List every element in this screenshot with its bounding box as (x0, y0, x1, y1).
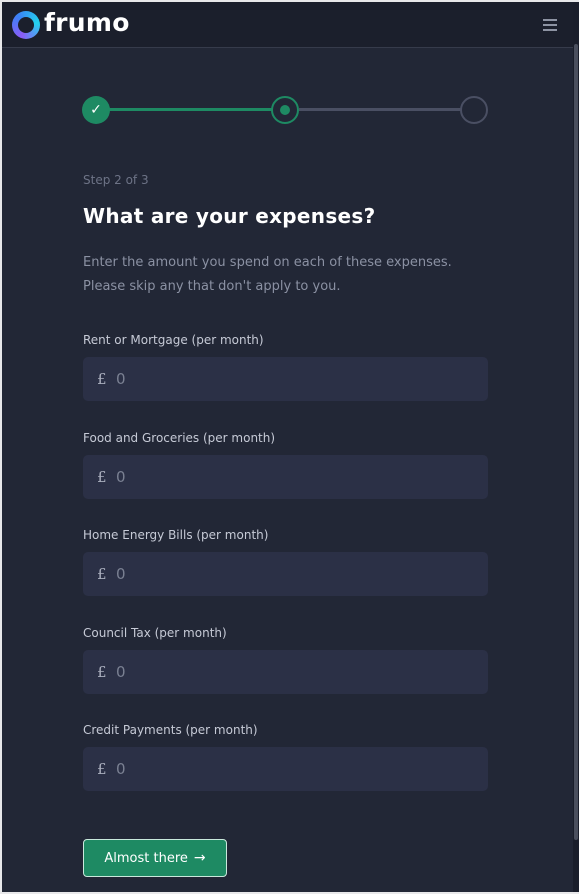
credit-field[interactable]: £ (83, 747, 488, 791)
stepper-line-complete (108, 108, 273, 111)
rent-label: Rent or Mortgage (per month) (83, 333, 264, 347)
step-3-upcoming (460, 96, 488, 124)
current-step-dot (280, 105, 290, 115)
food-label: Food and Groceries (per month) (83, 431, 276, 445)
checkmark-icon: ✓ (90, 102, 102, 118)
page-title: What are your expenses? (83, 204, 376, 228)
council-tax-field[interactable]: £ (83, 650, 488, 694)
step-1-complete: ✓ (82, 96, 110, 124)
arrow-right-icon: → (193, 850, 206, 866)
scrollbar[interactable] (573, 0, 579, 894)
rent-input[interactable] (116, 357, 476, 401)
rent-field[interactable]: £ (83, 357, 488, 401)
food-field[interactable]: £ (83, 455, 488, 499)
scrollbar-thumb[interactable] (574, 44, 578, 840)
council-tax-label: Council Tax (per month) (83, 626, 227, 640)
pound-icon: £ (97, 663, 107, 681)
energy-label: Home Energy Bills (per month) (83, 528, 269, 542)
pound-icon: £ (97, 468, 107, 486)
energy-field[interactable]: £ (83, 552, 488, 596)
pound-icon: £ (97, 760, 107, 778)
credit-input[interactable] (116, 747, 476, 791)
app-window: frumo ✓ Step 2 of 3 What are your expens… (0, 0, 579, 894)
pound-icon: £ (97, 370, 107, 388)
hamburger-menu-icon[interactable] (543, 19, 557, 31)
window-border (0, 0, 579, 2)
council-tax-input[interactable] (116, 650, 476, 694)
logo-text: frumo (44, 8, 130, 37)
step-label: Step 2 of 3 (83, 173, 149, 187)
window-border (0, 0, 2, 894)
logo-icon (12, 11, 40, 39)
page-description: Enter the amount you spend on each of th… (83, 255, 452, 294)
food-input[interactable] (116, 455, 476, 499)
stepper-line-incomplete (299, 108, 462, 111)
almost-there-label: Almost there (104, 851, 188, 866)
almost-there-button[interactable]: Almost there → (83, 839, 227, 877)
credit-label: Credit Payments (per month) (83, 723, 258, 737)
energy-input[interactable] (116, 552, 476, 596)
header: frumo (2, 2, 573, 48)
pound-icon: £ (97, 565, 107, 583)
step-2-current (271, 96, 299, 124)
